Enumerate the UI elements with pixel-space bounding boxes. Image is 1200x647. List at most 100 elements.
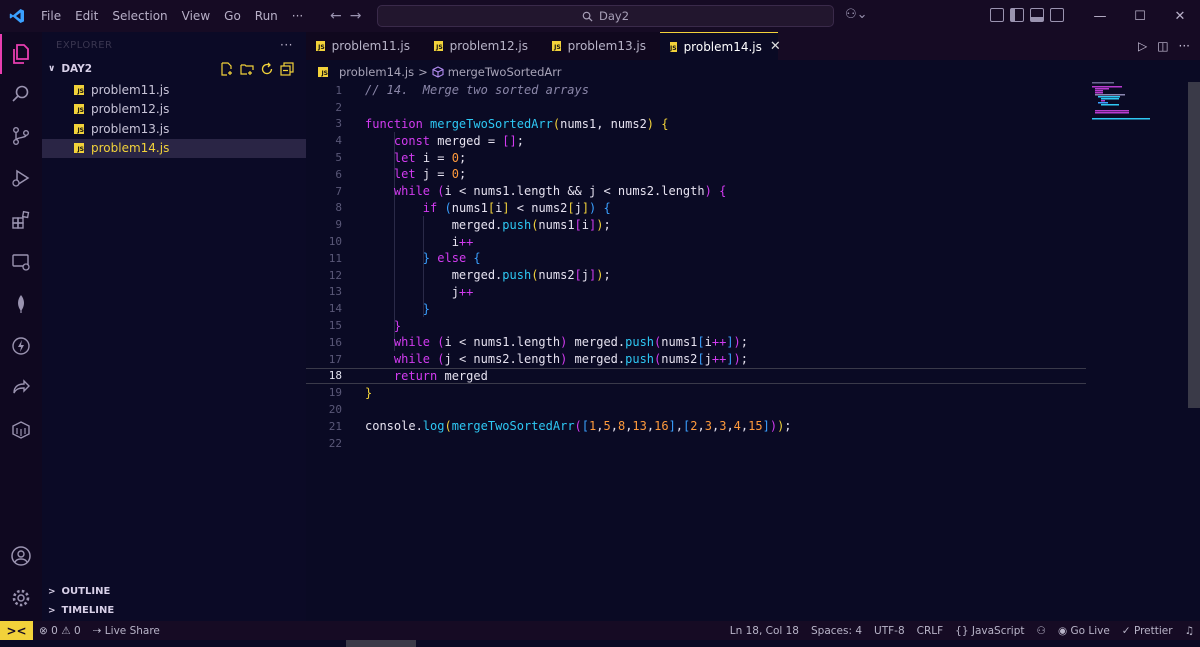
code-line[interactable]: 19} [306, 384, 1086, 401]
thunder-client-icon[interactable] [0, 326, 42, 366]
code-line[interactable]: 20 [306, 401, 1086, 418]
live-share-button[interactable]: ⇢ Live Share [87, 625, 166, 637]
split-editor-icon[interactable]: ◫ [1157, 39, 1168, 53]
minimap[interactable] [1092, 82, 1152, 122]
code-token: ) [733, 335, 741, 350]
collapse-all-icon[interactable] [280, 62, 294, 76]
code-line[interactable]: 7 while (i < nums1.length && j < nums2.l… [306, 183, 1086, 200]
tab-problem13[interactable]: JS problem13.js [542, 32, 660, 60]
code-token: let [393, 150, 423, 165]
accounts-icon[interactable] [0, 536, 42, 576]
code-line[interactable]: 6 let j = 0; [306, 166, 1086, 183]
back-arrow-icon[interactable]: ← [330, 8, 342, 24]
horizontal-scrollbar[interactable] [346, 640, 416, 647]
code-editor[interactable]: 1// 14. Merge two sorted arrays 2 3 functio… [306, 82, 1186, 621]
code-token: ++ [711, 352, 727, 367]
extensions-icon[interactable] [0, 200, 42, 240]
code-token: nums1, nums2 [560, 116, 647, 131]
vertical-scrollbar[interactable] [1188, 82, 1200, 621]
code-line[interactable]: 2 [306, 99, 1086, 116]
breadcrumb-file[interactable]: problem14.js [339, 65, 414, 79]
forward-arrow-icon[interactable]: → [350, 8, 362, 24]
code-line[interactable]: 3 function mergeTwoSortedArr(nums1, nums2… [306, 116, 1086, 133]
timeline-section[interactable]: > TIMELINE [42, 601, 306, 620]
toggle-panel-icon[interactable] [1030, 8, 1044, 22]
prettier-button[interactable]: ✓ Prettier [1116, 625, 1179, 637]
code-line[interactable]: 11 } else { [306, 250, 1086, 267]
remote-explorer-icon[interactable] [0, 242, 42, 282]
file-item-problem11[interactable]: JS problem11.js [42, 80, 306, 100]
line-number: 4 [335, 134, 342, 148]
file-item-problem14[interactable]: JS problem14.js [42, 138, 306, 158]
code-line[interactable]: 18 return merged [306, 367, 1086, 385]
toggle-secondary-sidebar-icon[interactable] [1050, 8, 1064, 22]
copilot-icon[interactable]: ⚇⌄ [845, 7, 868, 22]
outline-section[interactable]: > OUTLINE [42, 582, 306, 601]
new-file-icon[interactable] [220, 62, 234, 76]
scrollbar-thumb[interactable] [1188, 82, 1200, 408]
tab-problem11[interactable]: JS problem11.js [306, 32, 424, 60]
toggle-sidebar-icon[interactable] [1010, 8, 1024, 22]
breadcrumb-separator: > [418, 65, 428, 79]
mongodb-icon[interactable] [0, 284, 42, 324]
code-line[interactable]: 22 [306, 435, 1086, 452]
encoding[interactable]: UTF-8 [868, 625, 911, 637]
close-tab-icon[interactable]: ✕ [770, 39, 781, 54]
tab-problem14[interactable]: JS problem14.js ✕ [660, 32, 781, 60]
maximize-icon[interactable]: ☐ [1120, 0, 1160, 32]
code-line[interactable]: 4 const merged = []; [306, 132, 1086, 149]
code-line[interactable]: 16 while (i < nums1.length) merged. push(… [306, 334, 1086, 351]
run-debug-icon[interactable] [0, 158, 42, 198]
code-line[interactable]: 12 merged. push(nums2[j]); [306, 267, 1086, 284]
sidebar-more-button[interactable]: ··· [280, 38, 293, 52]
menu-view[interactable]: View [175, 9, 217, 23]
go-live-button[interactable]: ◉ Go Live [1052, 625, 1116, 637]
code-line[interactable]: 14 } [306, 300, 1086, 317]
containers-icon[interactable] [0, 410, 42, 450]
search-icon[interactable] [0, 74, 42, 114]
braces-icon: {} [955, 624, 969, 637]
remote-indicator-icon[interactable]: >< [0, 621, 33, 640]
menu-selection[interactable]: Selection [105, 9, 174, 23]
settings-gear-icon[interactable] [0, 578, 42, 618]
customize-layout-icon[interactable] [990, 8, 1004, 22]
explorer-icon[interactable] [0, 34, 42, 74]
code-line[interactable]: 13 j ++ [306, 284, 1086, 301]
cursor-position[interactable]: Ln 18, Col 18 [724, 625, 805, 637]
code-line[interactable]: 9 merged. push(nums1[i]); [306, 216, 1086, 233]
command-center-search[interactable]: Day2 [377, 5, 834, 27]
line-number: 13 [328, 285, 342, 299]
code-line[interactable]: 8 if (nums1[i] < nums2[j]) { [306, 200, 1086, 217]
run-code-icon[interactable]: ▷ [1138, 39, 1147, 53]
menu-file[interactable]: File [34, 9, 68, 23]
menu-run[interactable]: Run [248, 9, 285, 23]
code-token: ) [769, 419, 778, 434]
menu-go[interactable]: Go [217, 9, 248, 23]
breadcrumb-symbol[interactable]: mergeTwoSortedArr [448, 65, 562, 79]
code-line[interactable]: 1 // 14. Merge two sorted arrays [306, 82, 1086, 99]
new-folder-icon[interactable] [240, 62, 254, 76]
notifications-bell-icon[interactable]: ♫ [1179, 625, 1200, 637]
end-of-line[interactable]: CRLF [911, 625, 950, 637]
code-line[interactable]: 5 let i = 0; [306, 149, 1086, 166]
close-window-icon[interactable]: ✕ [1160, 0, 1200, 32]
source-control-icon[interactable] [0, 116, 42, 156]
copilot-status-icon[interactable]: ⚇ [1031, 625, 1052, 637]
code-line[interactable]: 10 i ++ [306, 233, 1086, 250]
tab-problem12[interactable]: JS problem12.js [424, 32, 542, 60]
menu-more[interactable]: ··· [285, 9, 310, 23]
code-line[interactable]: 15 } [306, 317, 1086, 334]
refresh-icon[interactable] [260, 62, 274, 76]
live-share-icon[interactable] [0, 368, 42, 408]
file-item-problem13[interactable]: JS problem13.js [42, 119, 306, 139]
language-mode[interactable]: {} JavaScript [949, 625, 1030, 637]
menu-edit[interactable]: Edit [68, 9, 105, 23]
editor-more-icon[interactable]: ··· [1179, 39, 1190, 53]
indentation[interactable]: Spaces: 4 [805, 625, 868, 637]
file-item-problem12[interactable]: JS problem12.js [42, 100, 306, 120]
code-line[interactable]: 17 while (j < nums2.length) merged. push(… [306, 351, 1086, 368]
minimize-icon[interactable]: — [1080, 0, 1120, 32]
code-line[interactable]: 21 console. log(mergeTwoSortedArr([1, 5, 8, 1… [306, 418, 1086, 435]
folder-day2[interactable]: ∨ DAY2 [42, 58, 306, 80]
problems-indicator[interactable]: ⊗ 0 ⚠ 0 [33, 625, 87, 637]
